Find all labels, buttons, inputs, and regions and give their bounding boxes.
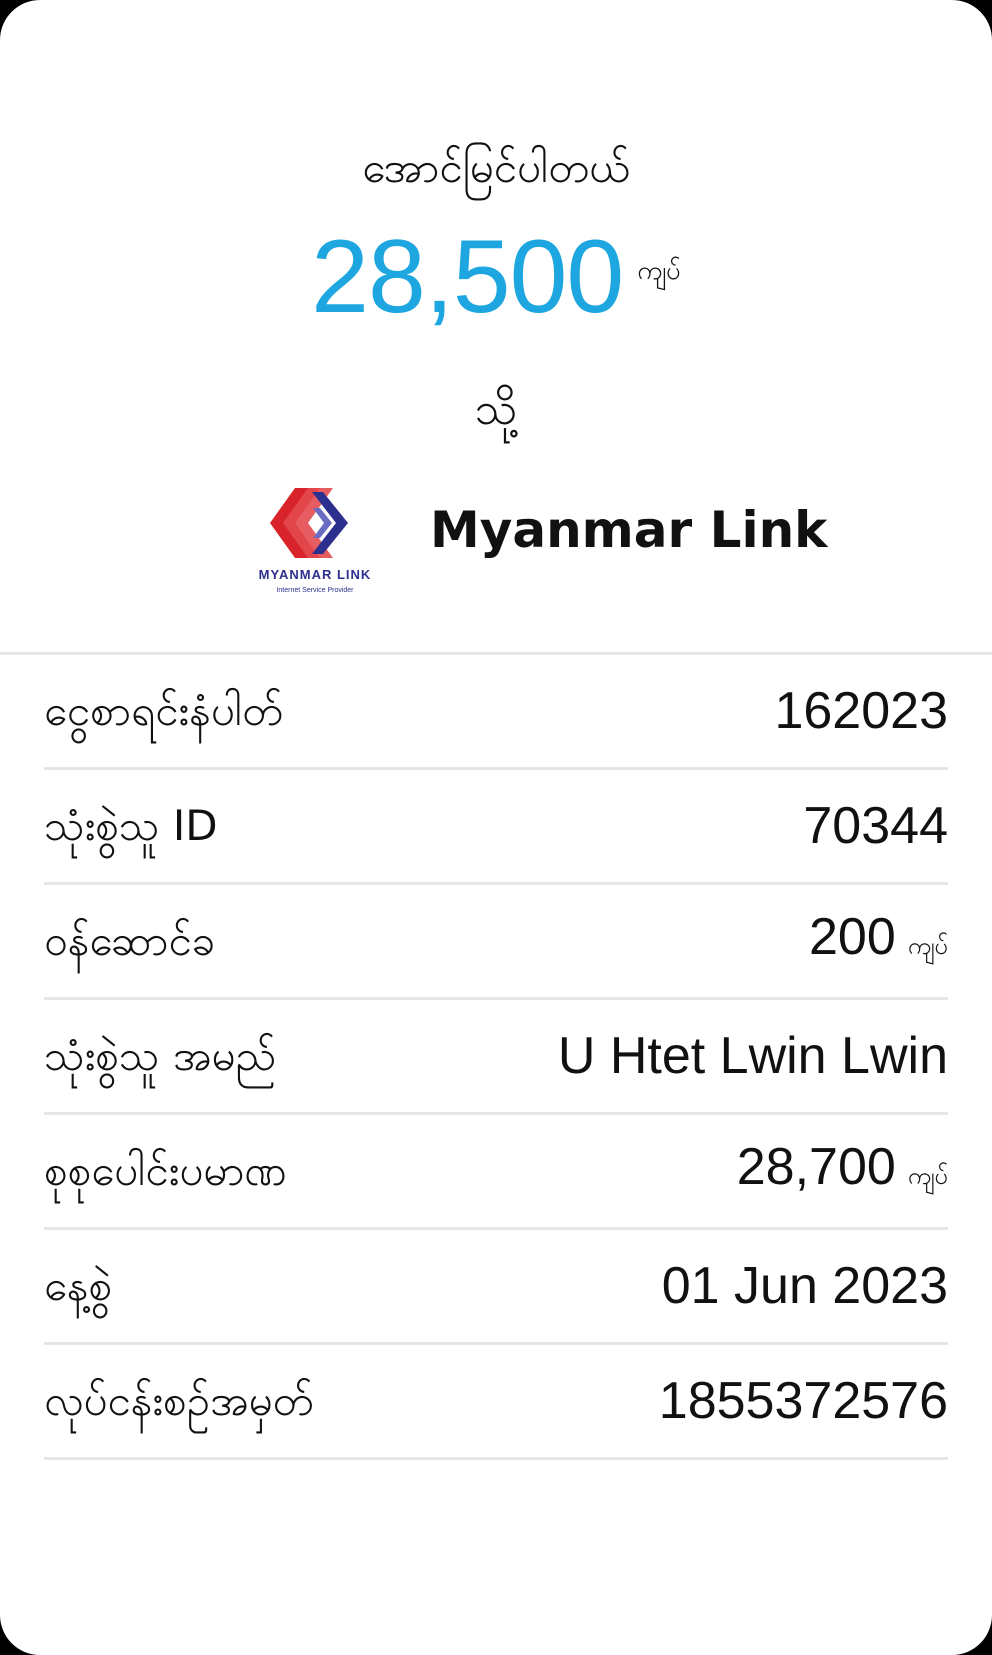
to-label: သို့ — [474, 384, 518, 435]
detail-row-total-amount: စုစုပေါင်းပမာဏ 28,700 ကျပ် — [44, 1115, 948, 1230]
total-amount-unit: ကျပ် — [907, 1161, 948, 1190]
user-id-value: 70344 — [803, 796, 948, 856]
user-name-text: U Htet Lwin Lwin — [557, 1027, 948, 1085]
logo-text: MYANMAR LINK — [259, 567, 372, 582]
total-amount-label: စုစုပေါင်းပမာဏ — [44, 1146, 287, 1195]
status-text: အောင်မြင်ပါတယ် — [362, 143, 630, 192]
account-number-value: 162023 — [774, 681, 948, 741]
receipt-card: အောင်မြင်ပါတယ် 28,500 ကျပ် သို့ MYANMAR … — [0, 0, 992, 1655]
detail-row-service-fee: ဝန်ဆောင်ခ 200 ကျပ် — [44, 885, 948, 1000]
date-value: 01 Jun 2023 — [662, 1256, 948, 1316]
account-number-text: 162023 — [774, 682, 948, 740]
myanmar-link-logo: MYANMAR LINK Internet Service Provider — [259, 488, 372, 594]
account-number-label: ငွေစာရင်းနံပါတ် — [44, 686, 283, 735]
user-id-label: သုံးစွဲသူ ID — [44, 801, 218, 850]
detail-row-date: နေ့စွဲ 01 Jun 2023 — [44, 1230, 948, 1345]
date-label: နေ့စွဲ — [44, 1261, 113, 1310]
user-name-label: သုံးစွဲသူ အမည် — [44, 1031, 277, 1080]
user-id-text: 70344 — [803, 797, 948, 855]
merchant-name: Myanmar Link — [430, 501, 828, 559]
amount-row: 28,500 ကျပ် — [0, 222, 992, 332]
transaction-id-text: 1855372576 — [658, 1372, 948, 1430]
detail-row-user-id: သုံးစွဲသူ ID 70344 — [44, 770, 948, 885]
merchant-info: MYANMAR LINK Internet Service Provider M… — [0, 470, 992, 600]
service-fee-value: 200 ကျပ် — [809, 907, 948, 976]
service-fee-unit: ကျပ် — [907, 931, 948, 960]
amount-value: 28,500 — [311, 219, 624, 335]
user-name-value: U Htet Lwin Lwin — [558, 1026, 948, 1086]
total-amount-text: 28,700 — [736, 1137, 896, 1196]
transaction-id-value: 1855372576 — [659, 1371, 948, 1431]
detail-row-account-number: ငွေစာရင်းနံပါတ် 162023 — [44, 655, 948, 770]
service-fee-text: 200 — [809, 907, 896, 966]
amount-unit: ကျပ် — [637, 256, 681, 286]
logo-subtext: Internet Service Provider — [276, 587, 354, 594]
service-fee-label: ဝန်ဆောင်ခ — [44, 916, 216, 965]
date-text: 01 Jun 2023 — [661, 1257, 948, 1315]
total-amount-value: 28,700 ကျပ် — [737, 1137, 948, 1206]
detail-row-transaction-id: လုပ်ငန်းစဉ်အမှတ် 1855372576 — [44, 1345, 948, 1460]
detail-row-user-name: သုံးစွဲသူ အမည် U Htet Lwin Lwin — [44, 1000, 948, 1115]
details-list: ငွေစာရင်းနံပါတ် 162023 သုံးစွဲသူ ID 7034… — [44, 655, 948, 1460]
transaction-id-label: လုပ်ငန်းစဉ်အမှတ် — [44, 1376, 314, 1425]
